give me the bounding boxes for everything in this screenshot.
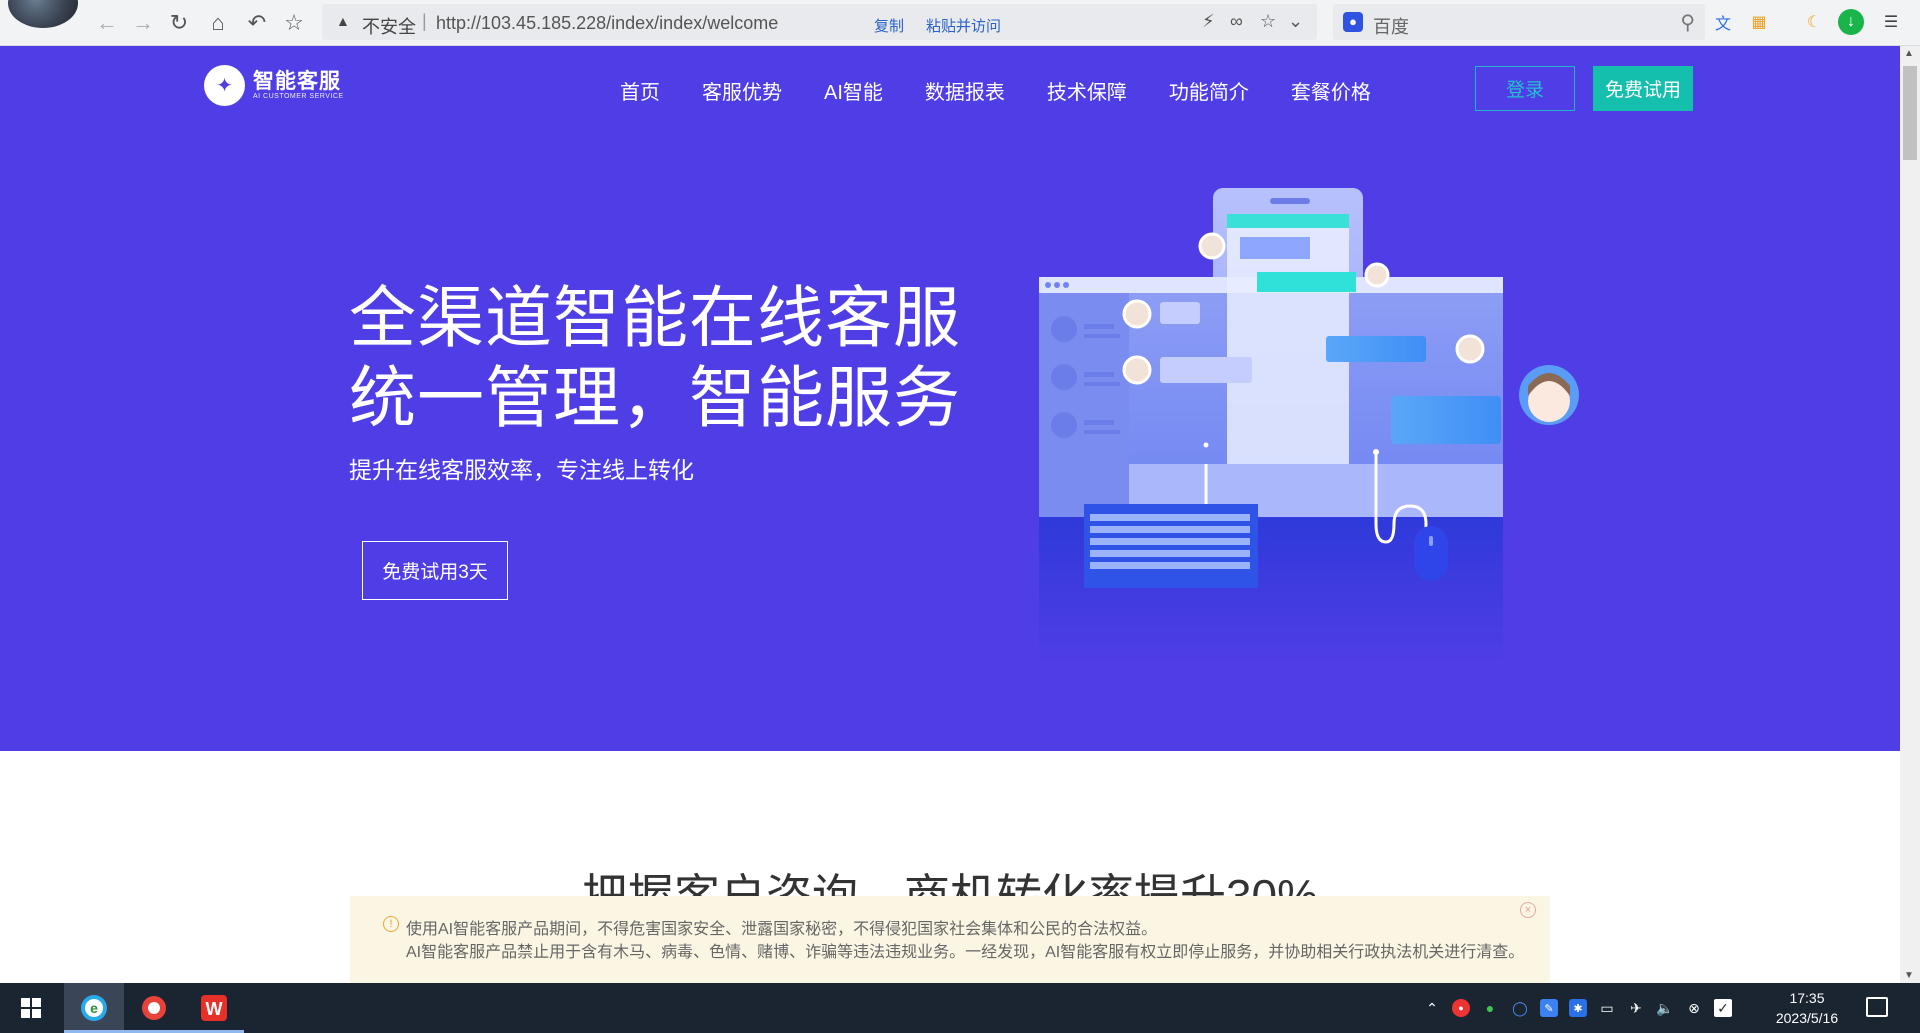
- antivirus-icon[interactable]: ●: [1452, 999, 1470, 1017]
- notification-icon[interactable]: [1866, 997, 1888, 1017]
- user-avatar[interactable]: [8, 0, 78, 28]
- svg-text:e: e: [90, 1000, 98, 1016]
- airplane-icon[interactable]: ✈: [1627, 999, 1645, 1017]
- login-button[interactable]: 登录: [1475, 66, 1575, 111]
- browser-taskbar-icon[interactable]: e: [64, 983, 124, 1033]
- chevron-down-icon[interactable]: ⌄: [1288, 11, 1303, 32]
- url-text[interactable]: http://103.45.185.228/index/index/welcom…: [436, 13, 778, 34]
- bookmark-star-icon[interactable]: ☆: [279, 8, 309, 38]
- download-icon[interactable]: ↓: [1838, 9, 1864, 35]
- hero-illustration: [1039, 188, 1579, 662]
- search-input[interactable]: 百度: [1373, 13, 1409, 39]
- compliance-notice: ! 使用AI智能客服产品期间，不得危害国家安全、泄露国家秘密，不得侵犯国家社会集…: [350, 896, 1550, 983]
- back-icon[interactable]: ←: [92, 8, 122, 38]
- warning-icon: ▲: [336, 13, 350, 29]
- share-icon[interactable]: ∞: [1230, 11, 1243, 32]
- search-box[interactable]: ● 百度 ⚲: [1333, 4, 1705, 40]
- search-icon[interactable]: ⚲: [1680, 10, 1695, 35]
- star-icon[interactable]: ☆: [1260, 11, 1276, 32]
- nav-item-reports[interactable]: 数据报表: [925, 76, 1005, 105]
- security-status: 不安全: [362, 17, 416, 37]
- apps-icon[interactable]: ▦: [1746, 9, 1772, 35]
- site-logo[interactable]: ✦ 智能客服 AI CUSTOMER SERVICE: [204, 65, 344, 106]
- divider: |: [422, 11, 427, 31]
- logo-subtitle: AI CUSTOMER SERVICE: [253, 93, 344, 100]
- close-icon[interactable]: ×: [1520, 902, 1536, 918]
- clock-date: 2023/5/16: [1775, 1010, 1839, 1026]
- wechat-icon[interactable]: ●: [1481, 999, 1499, 1017]
- undo-icon[interactable]: ↶: [242, 8, 272, 38]
- address-bar[interactable]: ▲ 不安全 | http://103.45.185.228/index/inde…: [322, 4, 1317, 40]
- menu-icon[interactable]: ☰: [1878, 9, 1904, 35]
- hero-title-line2: 统一管理，智能服务: [349, 361, 961, 436]
- nav-item-pricing[interactable]: 套餐价格: [1291, 76, 1371, 105]
- translate-icon[interactable]: 文: [1710, 9, 1736, 35]
- main-nav: 首页 客服优势 AI智能 数据报表 技术保障 功能简介 套餐价格: [620, 76, 1413, 105]
- system-clock[interactable]: 17:35 2023/5/16: [1762, 988, 1852, 1028]
- paste-and-go-link[interactable]: 粘贴并访问: [926, 15, 1001, 36]
- forward-icon[interactable]: →: [128, 8, 158, 38]
- info-icon: !: [383, 916, 399, 932]
- scroll-up-icon[interactable]: ▲: [1904, 48, 1914, 59]
- nav-item-ai[interactable]: AI智能: [824, 76, 883, 105]
- hero-section: ✦ 智能客服 AI CUSTOMER SERVICE 首页 客服优势 AI智能 …: [0, 46, 1900, 751]
- logo-title: 智能客服: [253, 70, 341, 93]
- free-trial-button[interactable]: 免费试用: [1593, 66, 1693, 111]
- taskbar: e W ⌃ ● ● ◯ ✎ ✱ ▭ ✈ 🔈 ⊗ ✓ 17:35 2023/5/1…: [0, 983, 1920, 1033]
- hero-subtitle: 提升在线客服效率，专注线上转化: [349, 457, 694, 483]
- logo-mark-icon: ✦: [204, 65, 245, 106]
- nav-item-features[interactable]: 功能简介: [1169, 76, 1249, 105]
- home-icon[interactable]: ⌂: [203, 8, 233, 38]
- battery-icon[interactable]: ▭: [1598, 999, 1616, 1017]
- web-page: ✦ 智能客服 AI CUSTOMER SERVICE 首页 客服优势 AI智能 …: [0, 46, 1900, 983]
- vertical-scrollbar[interactable]: ▲ ▼: [1900, 46, 1920, 983]
- copy-link[interactable]: 复制: [874, 15, 904, 36]
- scroll-down-icon[interactable]: ▼: [1904, 970, 1914, 981]
- tool-icon[interactable]: ✱: [1569, 999, 1587, 1017]
- baidu-icon: ●: [1343, 12, 1363, 32]
- volume-muted-icon[interactable]: 🔈: [1656, 999, 1674, 1017]
- sync-icon[interactable]: ◯: [1511, 999, 1529, 1017]
- browser-toolbar: ← → ↻ ⌂ ↶ ☆ ▲ 不安全 | http://103.45.185.22…: [0, 0, 1920, 46]
- logo-text: 智能客服 AI CUSTOMER SERVICE: [253, 70, 344, 101]
- lightning-icon[interactable]: ⚡: [1202, 11, 1215, 32]
- notice-line2: AI智能客服产品禁止用于含有木马、病毒、色情、赌博、诈骗等违法违规业务。一经发现…: [406, 944, 1525, 961]
- nav-item-home[interactable]: 首页: [620, 76, 660, 105]
- app-taskbar-icon[interactable]: [124, 983, 184, 1033]
- hero-trial-button[interactable]: 免费试用3天: [362, 541, 508, 600]
- drive-icon[interactable]: ✎: [1540, 999, 1558, 1017]
- notice-line1: 使用AI智能客服产品期间，不得危害国家安全、泄露国家秘密，不得侵犯国家社会集体和…: [406, 921, 1158, 938]
- checkbox-icon[interactable]: ✓: [1714, 999, 1732, 1017]
- svg-text:W: W: [206, 999, 223, 1019]
- night-mode-icon[interactable]: ☾: [1801, 9, 1827, 35]
- windows-start-icon[interactable]: [10, 983, 52, 1033]
- mouse-shape: [1414, 526, 1448, 581]
- clock-time: 17:35: [1789, 990, 1825, 1006]
- nav-item-advantages[interactable]: 客服优势: [702, 76, 782, 105]
- nav-item-tech-support[interactable]: 技术保障: [1047, 76, 1127, 105]
- wps-taskbar-icon[interactable]: W: [184, 983, 244, 1033]
- scroll-thumb[interactable]: [1903, 66, 1917, 160]
- reload-icon[interactable]: ↻: [164, 8, 194, 38]
- chevron-up-icon[interactable]: ⌃: [1423, 999, 1441, 1017]
- input-method-icon[interactable]: ⊗: [1685, 999, 1703, 1017]
